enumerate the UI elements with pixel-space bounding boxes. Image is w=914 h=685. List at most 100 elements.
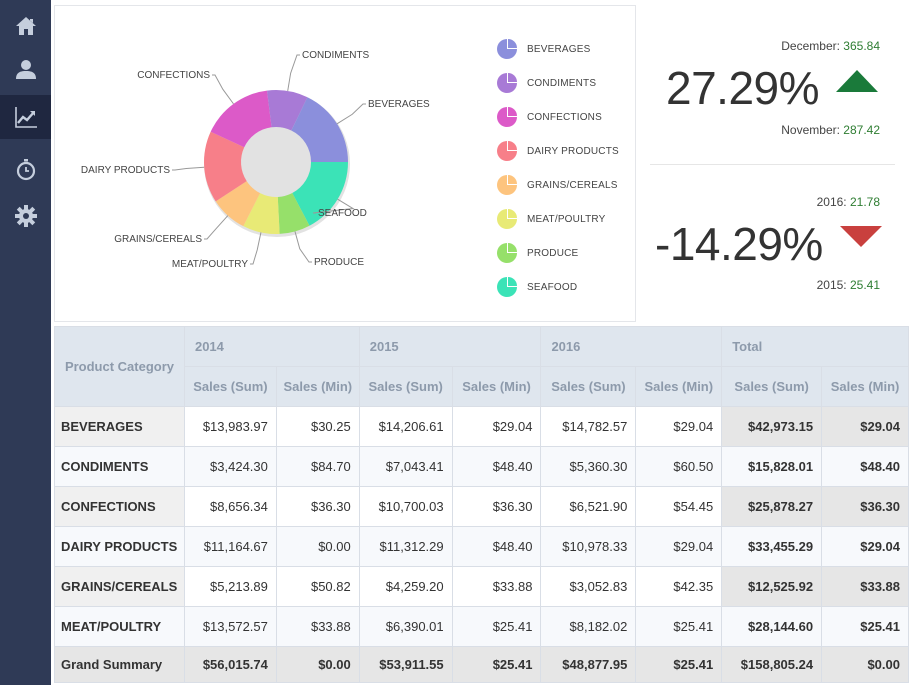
row-category[interactable]: CONFECTIONS <box>54 486 185 527</box>
kpi-previous-value: 25.41 <box>849 278 880 292</box>
header-sales-sum[interactable]: Sales (Sum) <box>721 366 823 407</box>
legend-item[interactable]: CONDIMENTS <box>497 66 619 100</box>
header-year-2015[interactable]: 2015 <box>358 326 542 367</box>
leader-line <box>294 231 312 263</box>
table-cell: $10,700.03 <box>358 486 453 527</box>
legend-label: MEAT/POULTRY <box>527 213 606 225</box>
user-icon <box>15 60 36 79</box>
table-cell: $5,213.89 <box>183 566 277 607</box>
table-cell: $36.30 <box>275 486 360 527</box>
sidebar <box>0 0 51 685</box>
header-total[interactable]: Total <box>721 326 909 367</box>
table-cell: $30.25 <box>275 406 360 447</box>
table-cell: $25.41 <box>451 606 542 647</box>
header-sales-min[interactable]: Sales (Min) <box>275 366 360 407</box>
chart-line-icon <box>14 107 37 128</box>
row-category[interactable]: CONDIMENTS <box>54 446 185 487</box>
table-cell: $54.45 <box>635 486 723 527</box>
table-cell: $14,206.61 <box>358 406 453 447</box>
header-year-2016[interactable]: 2016 <box>540 326 723 367</box>
table-cell: $29.04 <box>635 526 723 567</box>
pie-chart-panel: SEAFOOD PRODUCE MEAT/POULTRY GRAINS/CEREALS… <box>54 5 636 322</box>
legend-item[interactable]: CONFECTIONS <box>497 100 619 134</box>
table-cell: $15,828.01 <box>721 446 823 487</box>
table-cell: $5,360.30 <box>540 446 637 487</box>
nav-settings[interactable] <box>0 194 51 238</box>
table-cell: $4,259.20 <box>358 566 453 607</box>
pie-legend-icon <box>497 243 517 263</box>
table-cell: $33.88 <box>821 566 909 607</box>
table-cell: $48.40 <box>821 446 909 487</box>
table-cell: $12,525.92 <box>721 566 823 607</box>
legend-label: CONDIMENTS <box>527 77 597 89</box>
header-sales-min[interactable]: Sales (Min) <box>821 366 909 407</box>
kpi-current-value: 21.78 <box>849 195 880 209</box>
legend-item[interactable]: BEVERAGES <box>497 32 619 66</box>
pie-legend-icon <box>497 39 517 59</box>
header-year-2014[interactable]: 2014 <box>183 326 360 367</box>
table-cell: $29.04 <box>451 406 542 447</box>
table-cell: $42,973.15 <box>721 406 823 447</box>
nav-timer[interactable] <box>0 147 51 191</box>
slice-label: CONFECTIONS <box>137 70 210 81</box>
legend-item[interactable]: PRODUCE <box>497 236 619 270</box>
legend-item[interactable]: GRAINS/CEREALS <box>497 168 619 202</box>
arrow-up-icon <box>836 70 878 92</box>
table-row: CONDIMENTS $3,424.30 $84.70 $7,043.41 $48.40… <box>54 446 909 487</box>
table-row: GRAINS/CEREALS $5,213.89 $50.82 $4,259.20 $3… <box>54 566 909 607</box>
nav-user[interactable] <box>0 47 51 91</box>
kpi-previous-label: November: <box>781 123 840 137</box>
pie-legend-icon <box>497 175 517 195</box>
kpi-current-label: 2016: <box>816 195 847 209</box>
table-cell: $8,182.02 <box>540 606 637 647</box>
table-cell: $53,911.55 <box>358 646 453 683</box>
legend-item[interactable]: MEAT/POULTRY <box>497 202 619 236</box>
header-sales-sum[interactable]: Sales (Sum) <box>540 366 637 407</box>
kpi-previous: November: 287.42 <box>781 123 880 137</box>
row-category[interactable]: BEVERAGES <box>54 406 185 447</box>
table-cell: $48.40 <box>451 446 542 487</box>
slice-label: MEAT/POULTRY <box>172 259 248 270</box>
slice-label: GRAINS/CEREALS <box>114 234 202 245</box>
slice-label: BEVERAGES <box>368 99 430 110</box>
kpi-current-label: December: <box>781 39 840 53</box>
arrow-down-icon <box>840 226 882 247</box>
table-cell: $48.40 <box>451 526 542 567</box>
table-cell: $8,656.34 <box>183 486 277 527</box>
slice-label: CONDIMENTS <box>302 50 370 61</box>
table-row: BEVERAGES $13,983.97 $30.25 $14,206.61 $29.0… <box>54 406 909 447</box>
kpi-previous-label: 2015: <box>816 278 847 292</box>
table-cell: $33,455.29 <box>721 526 823 567</box>
row-category[interactable]: Grand Summary <box>54 646 185 683</box>
row-category[interactable]: MEAT/POULTRY <box>54 606 185 647</box>
legend-item[interactable]: SEAFOOD <box>497 270 619 304</box>
table-cell: $33.88 <box>451 566 542 607</box>
legend-label: DAIRY PRODUCTS <box>527 145 619 157</box>
nav-analytics[interactable] <box>0 95 51 139</box>
legend-label: BEVERAGES <box>527 43 591 55</box>
kpi-current: December: 365.84 <box>781 39 880 53</box>
table-cell: $25.41 <box>821 606 909 647</box>
table-cell: $3,424.30 <box>183 446 277 487</box>
header-sales-min[interactable]: Sales (Min) <box>635 366 723 407</box>
header-sales-sum[interactable]: Sales (Sum) <box>358 366 453 407</box>
kpi-current: 2016: 21.78 <box>817 195 880 209</box>
table-cell: $13,983.97 <box>183 406 277 447</box>
table-cell: $42.35 <box>635 566 723 607</box>
nav-home[interactable] <box>0 4 51 48</box>
table-cell: $50.82 <box>275 566 360 607</box>
chart-legend: BEVERAGES CONDIMENTS CONFECTIONS DAIRY PROD… <box>497 32 619 304</box>
table-cell: $25.41 <box>635 646 723 683</box>
kpi-current-value: 365.84 <box>843 39 880 53</box>
slice-label: DAIRY PRODUCTS <box>81 165 170 176</box>
header-product-category[interactable]: Product Category <box>54 326 185 407</box>
row-category[interactable]: DAIRY PRODUCTS <box>54 526 185 567</box>
table-cell: $33.88 <box>275 606 360 647</box>
header-sales-min[interactable]: Sales (Min) <box>451 366 542 407</box>
row-category[interactable]: GRAINS/CEREALS <box>54 566 185 607</box>
legend-item[interactable]: DAIRY PRODUCTS <box>497 134 619 168</box>
table-cell: $11,164.67 <box>183 526 277 567</box>
table-cell: $29.04 <box>821 406 909 447</box>
kpi-change-value: -14.29% <box>655 218 823 270</box>
header-sales-sum[interactable]: Sales (Sum) <box>183 366 277 407</box>
